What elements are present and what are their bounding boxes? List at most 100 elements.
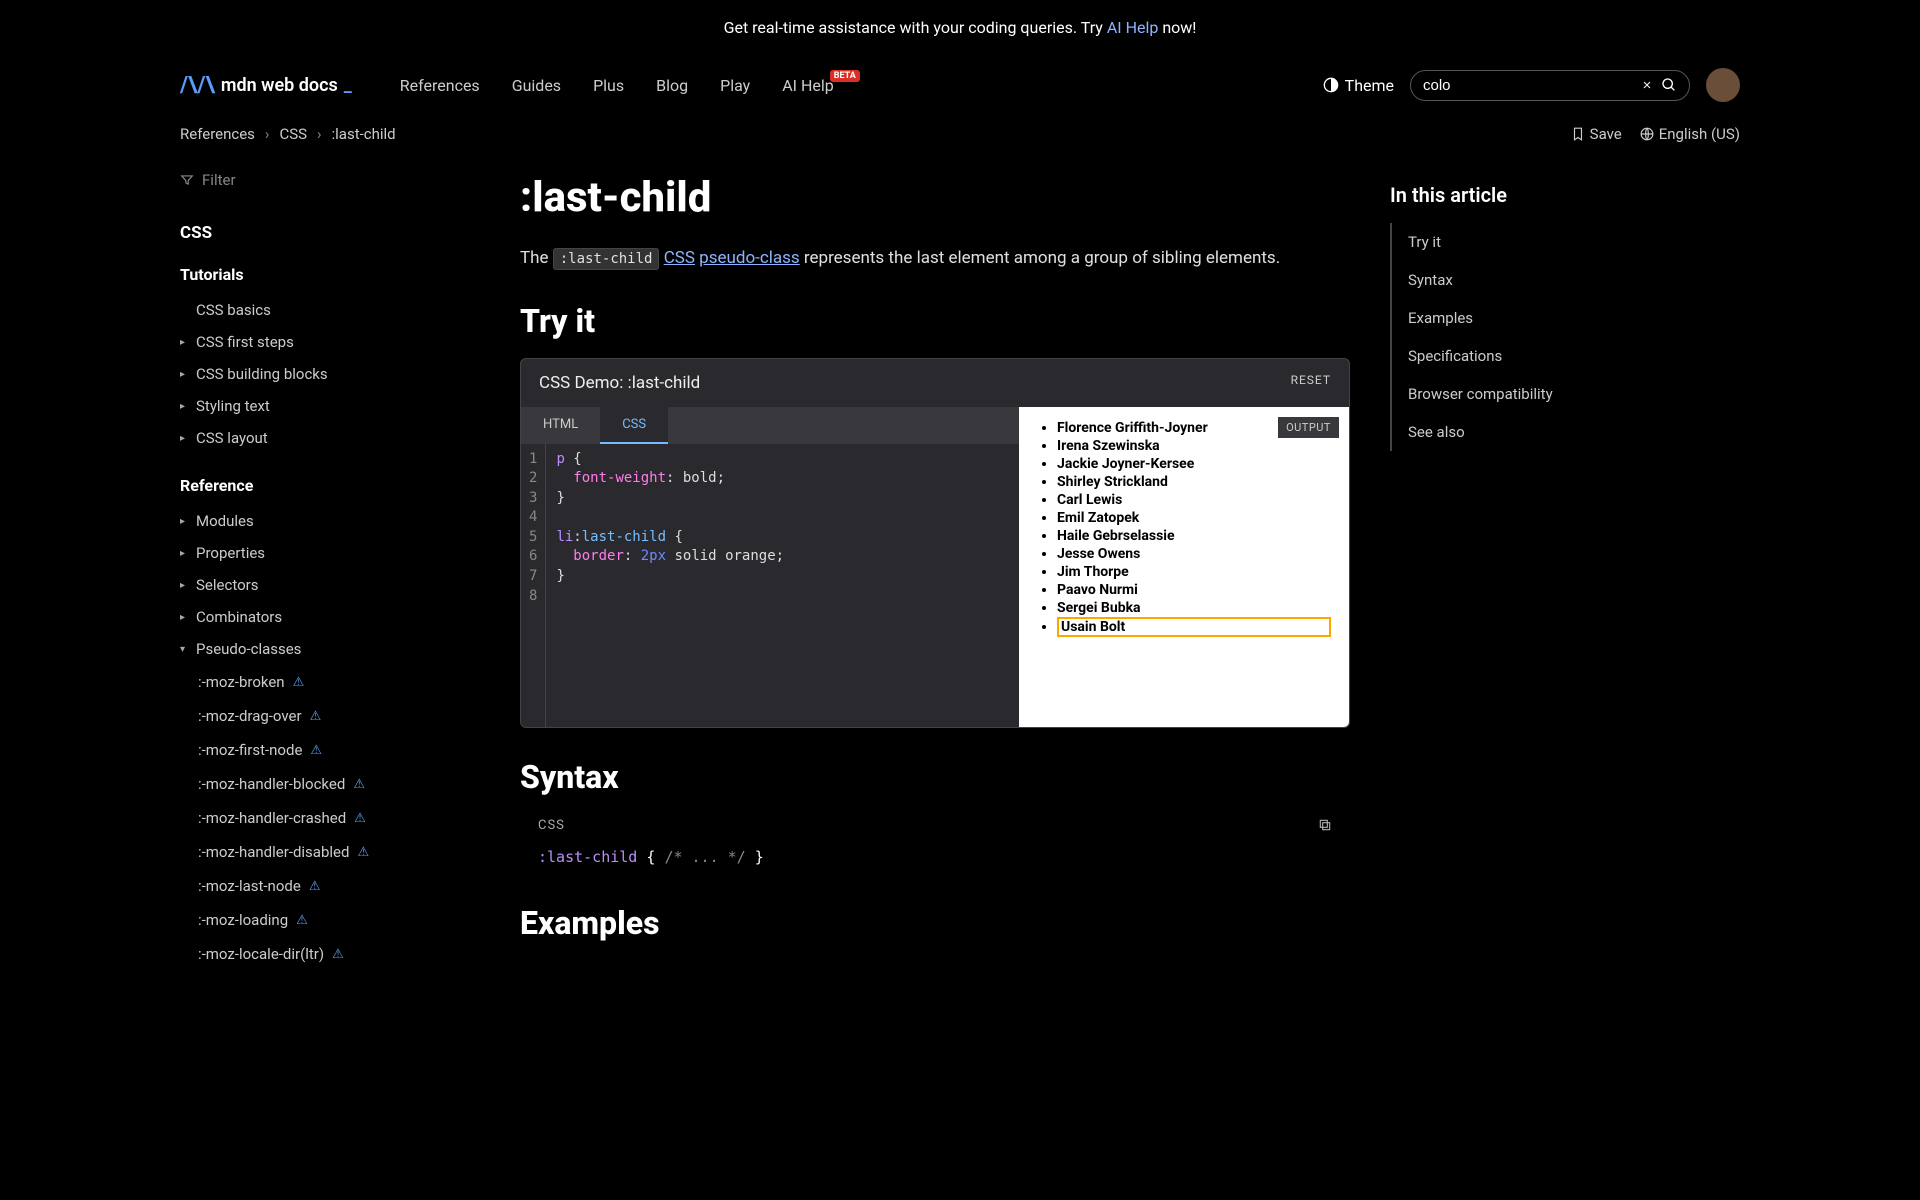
theme-icon (1323, 77, 1339, 93)
caret-right-icon: ▸ (180, 516, 190, 527)
syntax-heading: Syntax (520, 758, 1350, 796)
nav-ai-help[interactable]: AI HelpBETA (782, 76, 834, 95)
crumb-css[interactable]: CSS (279, 125, 307, 143)
sidebar-subitem[interactable]: :-moz-handler-blocked⚠ (180, 767, 480, 801)
clear-icon[interactable] (1641, 79, 1653, 91)
breadcrumb: References › CSS › :last-child (180, 125, 396, 143)
sidebar: Filter CSS Tutorials CSS basics ▸CSS fir… (180, 153, 480, 971)
reset-button[interactable]: RESET (1291, 373, 1331, 393)
toc-item-browser-compat[interactable]: Browser compatibility (1392, 375, 1620, 413)
language-button[interactable]: English (US) (1640, 125, 1740, 143)
sidebar-subitem[interactable]: :-moz-loading⚠ (180, 903, 480, 937)
copy-icon[interactable] (1318, 818, 1332, 836)
sidebar-item-building-blocks[interactable]: ▸CSS building blocks (180, 358, 480, 390)
caret-right-icon: ▸ (180, 580, 190, 591)
code-editor[interactable]: 12345678 p { font-weight: bold; } li:las… (521, 444, 1019, 727)
toc: In this article Try it Syntax Examples S… (1390, 153, 1620, 971)
content: :last-child The :last-child CSS pseudo-c… (520, 153, 1350, 971)
sidebar-item-selectors[interactable]: ▸Selectors (180, 569, 480, 601)
crumb-references[interactable]: References (180, 125, 255, 143)
page-title: :last-child (520, 173, 1350, 222)
toc-item-examples[interactable]: Examples (1392, 299, 1620, 337)
caret-right-icon: ▸ (180, 401, 190, 412)
sidebar-item-pseudo-classes[interactable]: ▾Pseudo-classes (180, 633, 480, 665)
css-link[interactable]: CSS (664, 248, 695, 268)
sidebar-item-properties[interactable]: ▸Properties (180, 537, 480, 569)
sidebar-title-reference: Reference (180, 476, 480, 495)
toc-item-syntax[interactable]: Syntax (1392, 261, 1620, 299)
page-actions: Save English (US) (1571, 125, 1740, 143)
chevron-right-icon: › (317, 125, 322, 143)
save-label: Save (1590, 125, 1622, 143)
demo-output: OUTPUT Florence Griffith-Joyner Irena Sz… (1019, 407, 1349, 727)
warn-icon: ⚠ (296, 913, 308, 928)
pseudo-class-link[interactable]: pseudo-class (699, 248, 800, 268)
sidebar-subitem[interactable]: :-moz-broken⚠ (180, 665, 480, 699)
filter-input[interactable]: Filter (180, 163, 480, 197)
demo-title: CSS Demo: :last-child (539, 373, 700, 393)
nav-guides[interactable]: Guides (512, 76, 561, 95)
caret-right-icon: ▸ (180, 337, 190, 348)
caret-right-icon: ▸ (180, 548, 190, 559)
avatar[interactable] (1706, 68, 1740, 102)
chevron-right-icon: › (265, 125, 270, 143)
lang-label: English (US) (1659, 125, 1740, 143)
sidebar-item-modules[interactable]: ▸Modules (180, 505, 480, 537)
list-item: Haile Gebrselassie (1057, 527, 1331, 545)
sidebar-subitem[interactable]: :-moz-first-node⚠ (180, 733, 480, 767)
warn-icon: ⚠ (310, 743, 322, 758)
list-item: Paavo Nurmi (1057, 581, 1331, 599)
beta-badge: BETA (830, 70, 860, 82)
sidebar-item-combinators[interactable]: ▸Combinators (180, 601, 480, 633)
search-input[interactable] (1423, 77, 1633, 94)
warn-icon: ⚠ (309, 879, 321, 894)
nav-references[interactable]: References (400, 76, 480, 95)
tab-css[interactable]: CSS (600, 407, 668, 444)
warn-icon: ⚠ (354, 811, 366, 826)
warn-icon: ⚠ (310, 709, 322, 724)
code-lines: p { font-weight: bold; } li:last-child {… (546, 444, 794, 727)
nav-plus[interactable]: Plus (593, 76, 624, 95)
list-item: Emil Zatopek (1057, 509, 1331, 527)
logo-icon: /\/\ (180, 73, 215, 98)
tab-html[interactable]: HTML (521, 407, 600, 444)
main: Filter CSS Tutorials CSS basics ▸CSS fir… (0, 153, 1920, 971)
sidebar-item-css-layout[interactable]: ▸CSS layout (180, 422, 480, 454)
mdn-logo[interactable]: /\/\ mdn web docs _ (180, 73, 352, 98)
syntax-lang-label: CSS (538, 818, 565, 836)
sidebar-subitem[interactable]: :-moz-last-node⚠ (180, 869, 480, 903)
bookmark-icon (1571, 127, 1585, 141)
crumb-current: :last-child (332, 125, 396, 143)
sidebar-subitem[interactable]: :-moz-handler-disabled⚠ (180, 835, 480, 869)
sidebar-title-tutorials: Tutorials (180, 265, 480, 284)
syntax-code: :last-child { /* ... */ } (520, 840, 1350, 875)
header: /\/\ mdn web docs _ References Guides Pl… (0, 55, 1920, 115)
search-icon[interactable] (1661, 77, 1677, 93)
sidebar-item-styling-text[interactable]: ▸Styling text (180, 390, 480, 422)
sidebar-subitem[interactable]: :-moz-drag-over⚠ (180, 699, 480, 733)
sidebar-subitem[interactable]: :-moz-handler-crashed⚠ (180, 801, 480, 835)
list-item-last: Usain Bolt (1057, 617, 1331, 637)
toc-item-tryit[interactable]: Try it (1392, 223, 1620, 261)
line-gutter: 12345678 (521, 444, 546, 727)
nav-blog[interactable]: Blog (656, 76, 688, 95)
toc-item-see-also[interactable]: See also (1392, 413, 1620, 451)
list-item: Irena Szewinska (1057, 437, 1331, 455)
list-item: Jackie Joyner-Kersee (1057, 455, 1331, 473)
output-label: OUTPUT (1278, 417, 1339, 438)
ai-help-link[interactable]: AI Help (1107, 18, 1159, 37)
sidebar-subitem[interactable]: :-moz-locale-dir(ltr)⚠ (180, 937, 480, 971)
header-right: Theme (1323, 68, 1740, 102)
nav-play[interactable]: Play (720, 76, 750, 95)
save-button[interactable]: Save (1571, 125, 1622, 143)
intro-paragraph: The :last-child CSS pseudo-class represe… (520, 246, 1350, 272)
toc-item-specifications[interactable]: Specifications (1392, 337, 1620, 375)
athlete-list: Florence Griffith-Joyner Irena Szewinska… (1037, 419, 1331, 637)
sidebar-item-first-steps[interactable]: ▸CSS first steps (180, 326, 480, 358)
demo-header: CSS Demo: :last-child RESET (521, 359, 1349, 407)
theme-toggle[interactable]: Theme (1323, 76, 1394, 95)
sidebar-item-css-basics[interactable]: CSS basics (180, 294, 480, 326)
warn-icon: ⚠ (357, 845, 369, 860)
search-box[interactable] (1410, 70, 1690, 101)
caret-right-icon: ▸ (180, 612, 190, 623)
